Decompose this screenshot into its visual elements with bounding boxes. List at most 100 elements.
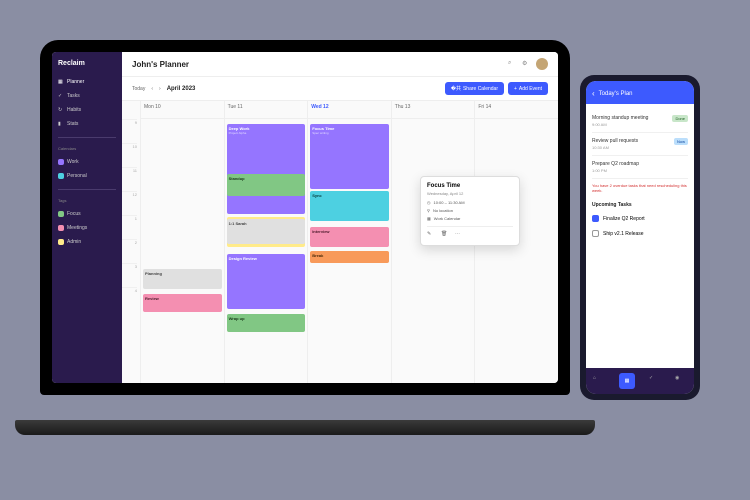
- user-avatar[interactable]: [536, 58, 548, 70]
- tags-label: Tags: [58, 198, 116, 203]
- nav-planner[interactable]: ▦Planner: [58, 77, 116, 87]
- delete-icon[interactable]: 🗑: [441, 231, 449, 239]
- tag-meetings[interactable]: Meetings: [58, 223, 116, 233]
- checkbox-icon[interactable]: [592, 230, 599, 237]
- phone-list-item[interactable]: Review pull requests10:30 AMNow: [592, 133, 688, 156]
- color-dot-icon: [58, 239, 64, 245]
- clock-icon: ◷: [427, 200, 431, 205]
- nav-profile-icon[interactable]: ◉: [675, 375, 687, 387]
- calendar-event[interactable]: Review: [143, 294, 222, 312]
- divider: [58, 137, 116, 138]
- phone-header: ‹ Today's Plan: [586, 81, 694, 104]
- checkbox-icon[interactable]: [592, 215, 599, 222]
- days-container: Mon 10 PlanningReview Tue 11 Deep WorkPr…: [140, 101, 558, 383]
- today-button[interactable]: Today: [132, 86, 145, 92]
- next-icon[interactable]: ›: [159, 86, 161, 92]
- day-header: Wed 12: [308, 101, 391, 119]
- phone-bottom-nav: ⌂ ▦ ✓ ◉: [586, 368, 694, 394]
- date-label: April 2023: [167, 86, 196, 92]
- day-header: Thu 13: [392, 101, 475, 119]
- phone-title: Today's Plan: [599, 91, 633, 97]
- location-icon: ⚲: [427, 208, 430, 213]
- day-column-mon[interactable]: Mon 10 PlanningReview: [140, 101, 224, 383]
- calendar-event[interactable]: 1:1 Sarah: [227, 219, 306, 244]
- popover-time: 10:00 – 11:30 AM: [434, 200, 465, 205]
- calendar-event[interactable]: Interview: [310, 227, 389, 247]
- warning-text: You have 2 overdue tasks that need resch…: [592, 179, 688, 197]
- day-column-tue[interactable]: Tue 11 Deep WorkProject AlphaStandupLunc…: [224, 101, 308, 383]
- time-axis: 9 10 11 12 1 2 3 4: [122, 101, 140, 383]
- nav-stats[interactable]: ▮Stats: [58, 119, 116, 129]
- phone-task-item[interactable]: Ship v2.1 Release: [592, 226, 688, 241]
- calendar-event[interactable]: Focus TimeSpec writing: [310, 124, 389, 189]
- calendar-event[interactable]: Sync: [310, 191, 389, 221]
- time-label: 12: [122, 191, 137, 215]
- laptop-base: [15, 420, 595, 435]
- time-label: 3: [122, 263, 137, 287]
- phone-screen: ‹ Today's Plan Morning standup meeting9:…: [586, 81, 694, 394]
- calendar-event[interactable]: Deep WorkProject Alpha: [227, 124, 306, 214]
- popover-calendar: Work Calendar: [434, 216, 461, 221]
- check-icon: ✓: [58, 93, 64, 99]
- phone-list-item[interactable]: Morning standup meeting9:00 AMDone: [592, 110, 688, 133]
- calendar-event[interactable]: Standup: [227, 174, 306, 196]
- calendar-event[interactable]: Break: [310, 251, 389, 263]
- day-header: Tue 11: [225, 101, 308, 119]
- time-label: 4: [122, 287, 137, 311]
- time-label: 11: [122, 167, 137, 191]
- edit-icon[interactable]: ✎: [427, 231, 435, 239]
- phone-task-item[interactable]: Finalize Q2 Report: [592, 211, 688, 226]
- time-label: 1: [122, 215, 137, 239]
- time-label: 2: [122, 239, 137, 263]
- section-header: Upcoming Tasks: [592, 197, 688, 211]
- nav-tasks-icon[interactable]: ✓: [649, 375, 661, 387]
- app-header: John's Planner ⌕ ⚙: [122, 52, 558, 77]
- popover-location: No location: [433, 208, 453, 213]
- header-actions: ⌕ ⚙: [508, 58, 548, 70]
- color-dot-icon: [58, 159, 64, 165]
- repeat-icon: ↻: [58, 107, 64, 113]
- phone-device: ‹ Today's Plan Morning standup meeting9:…: [580, 75, 700, 400]
- calendar-event[interactable]: Planning: [143, 269, 222, 289]
- share-icon: �共: [451, 85, 461, 92]
- chart-icon: ▮: [58, 121, 64, 127]
- time-label: 9: [122, 119, 137, 143]
- share-calendar-button[interactable]: �共Share Calendar: [445, 82, 504, 95]
- settings-icon[interactable]: ⚙: [522, 60, 530, 68]
- add-event-button[interactable]: +Add Event: [508, 82, 548, 95]
- color-dot-icon: [58, 173, 64, 179]
- plus-icon: +: [514, 86, 517, 92]
- laptop-device: Reclaim ▦Planner ✓Tasks ↻Habits ▮Stats C…: [40, 40, 570, 435]
- color-dot-icon: [58, 211, 64, 217]
- calendar-icon: ▦: [427, 216, 431, 221]
- phone-list-item[interactable]: Prepare Q2 roadmap1:00 PM: [592, 156, 688, 179]
- nav-tasks[interactable]: ✓Tasks: [58, 91, 116, 101]
- nav-calendar-icon[interactable]: ▦: [619, 373, 635, 389]
- phone-body[interactable]: Morning standup meeting9:00 AMDoneReview…: [586, 104, 694, 368]
- app-window: Reclaim ▦Planner ✓Tasks ↻Habits ▮Stats C…: [52, 52, 558, 383]
- nav-home-icon[interactable]: ⌂: [593, 375, 605, 387]
- calendar-toolbar: Today ‹ › April 2023 �共Share Calendar +A…: [122, 77, 558, 101]
- day-header: Fri 14: [475, 101, 558, 119]
- calendar-event[interactable]: Design Review: [227, 254, 306, 309]
- day-column-wed[interactable]: Wed 12 Focus TimeSpec writingSync Intervi…: [307, 101, 391, 383]
- calendar-icon: ▦: [58, 79, 64, 85]
- nav-habits[interactable]: ↻Habits: [58, 105, 116, 115]
- back-icon[interactable]: ‹: [592, 89, 595, 98]
- calendar-event[interactable]: Wrap up: [227, 314, 306, 332]
- calendar-personal[interactable]: Personal: [58, 171, 116, 181]
- calendars-label: Calendars: [58, 146, 116, 151]
- laptop-screen: Reclaim ▦Planner ✓Tasks ↻Habits ▮Stats C…: [40, 40, 570, 395]
- event-popover: Focus Time Wednesday, April 12 ◷10:00 – …: [420, 176, 520, 246]
- main-panel: John's Planner ⌕ ⚙ Today ‹ › April 2023: [122, 52, 558, 383]
- calendar-work[interactable]: Work: [58, 157, 116, 167]
- app-logo: Reclaim: [58, 60, 116, 67]
- tag-focus[interactable]: Focus: [58, 209, 116, 219]
- popover-title: Focus Time: [427, 183, 513, 189]
- sidebar: Reclaim ▦Planner ✓Tasks ↻Habits ▮Stats C…: [52, 52, 122, 383]
- more-icon[interactable]: ⋯: [455, 231, 463, 239]
- prev-icon[interactable]: ‹: [151, 86, 153, 92]
- tag-admin[interactable]: Admin: [58, 237, 116, 247]
- page-title: John's Planner: [132, 60, 189, 69]
- search-icon[interactable]: ⌕: [508, 60, 516, 68]
